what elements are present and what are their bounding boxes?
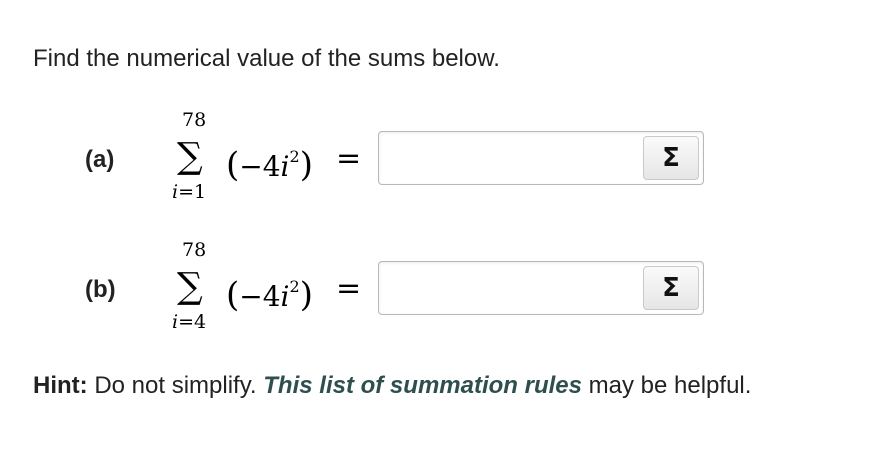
hint-text-end: may be helpful. [581,372,752,399]
lower-equals: = [178,311,194,333]
close-paren: ) [299,275,313,315]
exponent: 2 [289,147,300,166]
close-paren: ) [299,145,313,185]
summation-symbol: ∑ [177,136,203,177]
equals-sign: = [336,141,362,176]
summand-variable: i [280,150,290,183]
part-label: (a) [85,146,115,173]
lower-equals: = [178,181,194,203]
question-prompt: Find the numerical value of the sums bel… [33,45,500,72]
coefficient: −4 [239,280,281,313]
question-page: Find the numerical value of the sums bel… [0,0,892,452]
summand: (−4i2) [226,267,313,317]
part-label: (b) [85,276,116,303]
equation-editor-button[interactable]: Σ [643,136,699,180]
part-b: (b) 78 ∑ i=4 (−4i2) = Σ [0,235,892,345]
open-paren: ( [226,275,240,315]
summand: (−4i2) [226,137,313,187]
exponent: 2 [289,277,300,296]
equation-editor-button[interactable]: Σ [643,266,699,310]
hint-label: Hint: [33,372,88,399]
index-start: 1 [194,181,207,203]
sigma-icon: Σ [662,273,680,303]
equals-sign: = [336,271,362,306]
index-start: 4 [194,311,207,333]
sum-lower-limit: i=4 [172,311,206,333]
answer-field-b: Σ [378,261,704,315]
sum-upper-limit: 78 [182,109,207,131]
coefficient: −4 [239,150,281,183]
part-a: (a) 78 ∑ i=1 (−4i2) = Σ [0,105,892,215]
hint-text: Do not simplify. [87,372,264,399]
sum-upper-limit: 78 [182,239,207,261]
hint: Hint: Do not simplify. This list of summ… [33,371,751,401]
summation-symbol: ∑ [177,266,203,307]
summand-variable: i [280,280,290,313]
sum-lower-limit: i=1 [172,181,206,203]
answer-input-a[interactable] [383,136,639,182]
open-paren: ( [226,145,240,185]
sigma-icon: Σ [662,143,680,173]
answer-field-a: Σ [378,131,704,185]
answer-input-b[interactable] [383,266,639,312]
summation-rules-link[interactable]: This list of summation rules [263,372,582,399]
